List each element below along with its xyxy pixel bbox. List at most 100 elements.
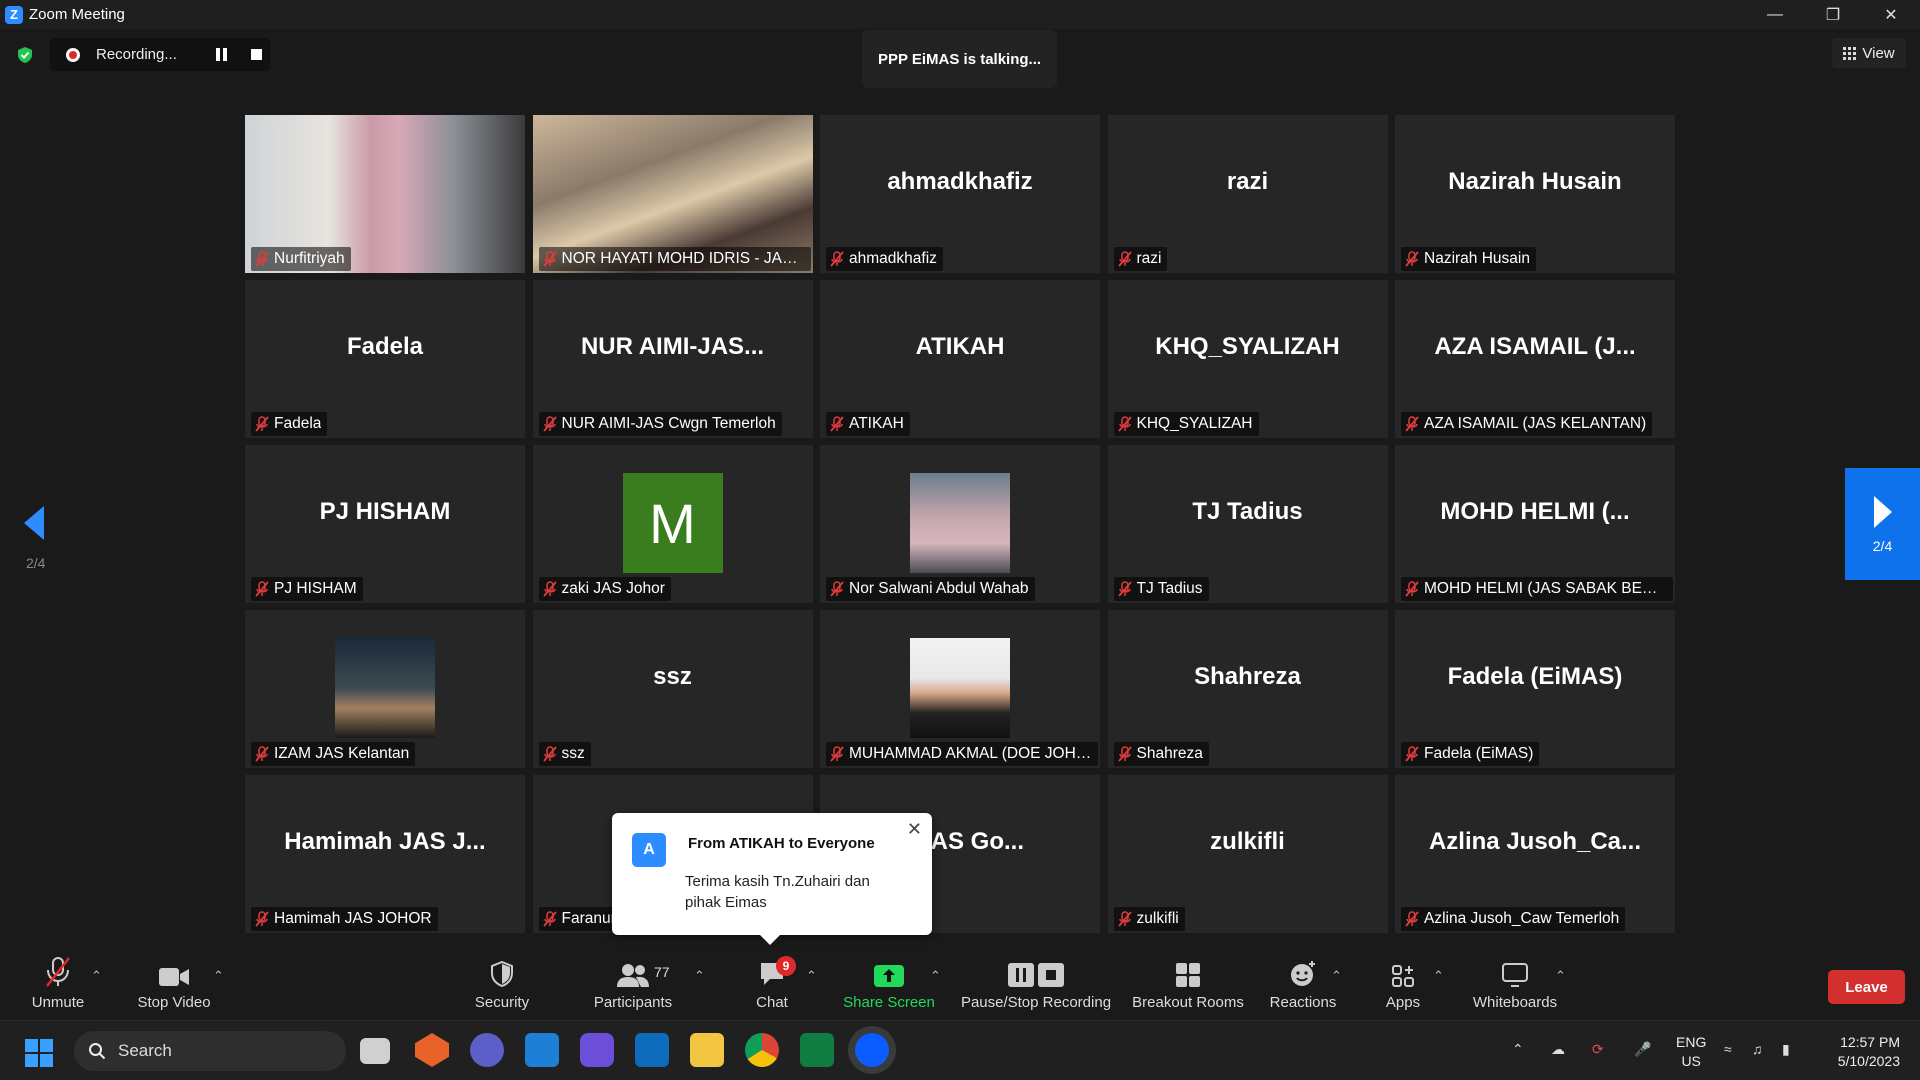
close-popup-icon[interactable]: ✕ [907,819,922,840]
muted-mic-icon [1405,416,1419,432]
participant-display-name: NUR AIMI-JAS... [580,333,765,360]
participant-tile[interactable]: MUHAMMAD AKMAL (DOE JOHO... [820,610,1100,768]
teams-chat-icon[interactable] [470,1033,504,1067]
recording-dot-icon [66,47,80,62]
taskbar-search-box[interactable]: Search [74,1031,346,1071]
view-button[interactable]: View [1832,38,1906,68]
window-titlebar: Z Zoom Meeting — ❐ ✕ [0,0,1920,29]
participant-tile[interactable]: KHQ_SYALIZAH KHQ_SYALIZAH [1107,280,1388,438]
outlook-icon[interactable] [635,1033,669,1067]
participant-tile[interactable]: Fadela (EiMAS) Fadela (EiMAS) [1395,610,1675,768]
previous-page-arrow-icon[interactable] [22,504,46,542]
participant-name: Nurfitriyah [274,250,345,267]
participant-tile[interactable]: Nazirah Husain Nazirah Husain [1395,115,1675,273]
participant-tile[interactable]: MOHD HELMI (... MOHD HELMI (JAS SABAK BER… [1395,445,1675,603]
battery-icon[interactable]: ▮ [1782,1041,1790,1058]
recording-label: Recording... [96,46,177,63]
participant-name-label: razi [1113,247,1168,271]
sync-icon[interactable]: ⟳ [1592,1041,1604,1058]
office-app-icon[interactable] [415,1033,449,1067]
minimize-icon[interactable]: — [1746,0,1804,29]
task-view-icon[interactable] [360,1038,390,1064]
participant-tile[interactable]: zulkifli zulkifli [1107,775,1388,933]
cloud-offline-icon[interactable]: ☁ [1551,1041,1565,1058]
participants-options-caret-icon[interactable]: ⌃ [694,968,705,984]
participant-name: Fadela (EiMAS) [1424,745,1534,762]
language-indicator[interactable]: ENG US [1676,1033,1706,1071]
participant-tile[interactable]: NUR AIMI-JAS... NUR AIMI-JAS Cwgn Temerlo… [532,280,813,438]
zoom-app-icon[interactable] [855,1033,889,1067]
participant-tile[interactable]: Nurfitriyah [245,115,525,273]
muted-mic-icon [542,581,557,597]
leave-button[interactable]: Leave [1828,970,1905,1004]
stop-recording-icon[interactable] [250,48,263,61]
next-page-button[interactable]: 2/4 [1845,468,1920,580]
participant-name-label: Nazirah Husain [1401,247,1536,271]
participant-tile[interactable]: PJ HISHAM PJ HISHAM [245,445,525,603]
participant-name-label: Nurfitriyah [251,247,351,271]
chat-unread-badge: 9 [776,956,796,976]
unmute-button[interactable]: Unmute [26,948,90,1020]
participant-tile[interactable]: TJ Tadius TJ Tadius [1107,445,1388,603]
participant-tile[interactable]: Fadela Fadela [245,280,525,438]
participant-tile[interactable]: AZA ISAMAIL (J... AZA ISAMAIL (JAS KELANT… [1395,280,1675,438]
participant-tile[interactable]: ATIKAH ATIKAH [820,280,1100,438]
participant-name: Shahreza [1136,745,1203,762]
participant-tile[interactable]: Nor Salwani Abdul Wahab [820,445,1100,603]
participant-tile[interactable]: Hamimah JAS J... Hamimah JAS JOHOR [245,775,525,933]
participant-name-label: zaki JAS Johor [538,577,671,601]
restore-icon[interactable]: ❐ [1804,0,1862,29]
participant-name-label: Shahreza [1113,742,1209,766]
chat-options-caret-icon[interactable]: ⌃ [806,968,817,984]
volume-icon[interactable]: ♫ [1752,1041,1763,1057]
pause-recording-icon[interactable] [216,48,229,61]
muted-mic-icon [542,251,557,267]
participant-tile[interactable]: Mzaki JAS Johor [532,445,813,603]
windows-start-icon[interactable] [25,1039,53,1067]
participant-tile[interactable]: NOR HAYATI MOHD IDRIS - JAS G... [532,115,813,273]
audio-options-caret-icon[interactable]: ⌃ [91,968,102,984]
participant-tile[interactable]: Shahreza Shahreza [1107,610,1388,768]
participant-tile[interactable]: Azlina Jusoh_Ca... Azlina Jusoh_Caw Temer… [1395,775,1675,933]
apps-options-caret-icon[interactable]: ⌃ [1433,968,1444,984]
participant-name-label: ATIKAH [826,412,910,436]
whiteboards-button[interactable]: Whiteboards [1470,948,1560,1020]
participants-icon [617,964,649,987]
participant-tile[interactable]: IZAM JAS Kelantan [245,610,525,768]
file-explorer-icon[interactable] [690,1033,724,1067]
encryption-shield-icon[interactable] [16,46,34,64]
apps-label: Apps [1385,994,1421,1011]
participant-tile[interactable]: ssz ssz [532,610,813,768]
microphone-tray-icon[interactable]: 🎤 [1634,1041,1651,1058]
breakout-rooms-button[interactable]: Breakout Rooms [1130,948,1246,1020]
chrome-icon[interactable] [745,1033,779,1067]
participant-tile[interactable]: razi razi [1107,115,1388,273]
mail-icon[interactable] [525,1033,559,1067]
participant-name-label: zulkifli [1113,907,1185,931]
pause-stop-recording-button[interactable]: Pause/Stop Recording [960,948,1112,1020]
system-clock[interactable]: 12:57 PM 5/10/2023 [1812,1033,1900,1071]
wifi-icon[interactable]: ≈ [1724,1041,1732,1057]
security-button[interactable]: Security [470,948,534,1020]
show-hidden-icons-chevron-icon[interactable]: ⌃ [1512,1041,1524,1058]
participant-tile[interactable]: ahmadkhafiz ahmadkhafiz [820,115,1100,273]
chat-message-text: Terima kasih Tn.Zuhairi dan pihak Eimas [685,873,870,911]
excel-icon[interactable] [800,1033,834,1067]
chat-notification-popup[interactable]: A From ATIKAH to Everyone Terima kasih T… [612,813,932,945]
region-code: US [1681,1053,1701,1069]
whiteboards-options-caret-icon[interactable]: ⌃ [1555,968,1566,984]
stop-video-button[interactable]: Stop Video [130,948,218,1020]
participant-name: MUHAMMAD AKMAL (DOE JOHO... [849,745,1092,762]
media-player-icon[interactable] [580,1033,614,1067]
participants-button[interactable]: Participants [590,948,676,1020]
reactions-options-caret-icon[interactable]: ⌃ [1331,968,1342,984]
close-icon[interactable]: ✕ [1862,0,1920,29]
reactions-button[interactable]: Reactions [1268,948,1338,1020]
muted-mic-icon [255,581,269,597]
video-options-caret-icon[interactable]: ⌃ [213,968,224,984]
apps-button[interactable]: Apps [1383,948,1423,1020]
share-screen-arrow-icon [874,965,904,987]
grid-view-icon [1843,46,1857,60]
share-options-caret-icon[interactable]: ⌃ [930,968,941,984]
share-screen-button[interactable]: Share Screen [843,948,935,1020]
